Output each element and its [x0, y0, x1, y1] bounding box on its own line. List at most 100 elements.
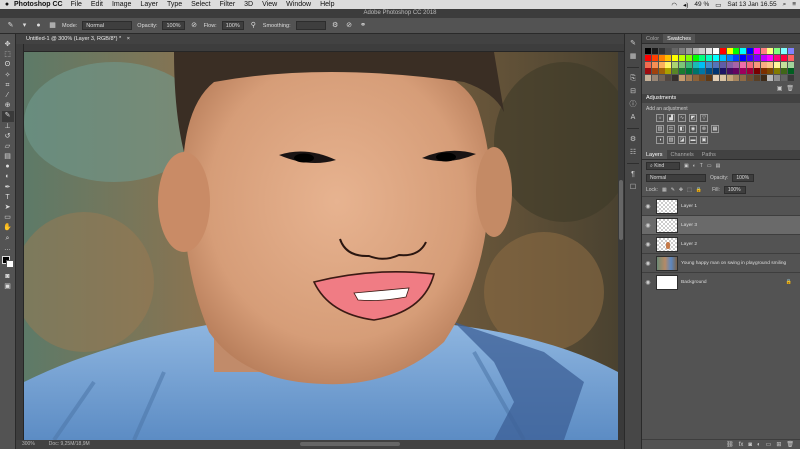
swatch[interactable]: [699, 75, 706, 82]
tab-channels[interactable]: Channels: [667, 150, 698, 159]
swatch[interactable]: [692, 54, 699, 61]
lock-transparency-icon[interactable]: ▦: [662, 187, 667, 193]
swatch[interactable]: [760, 54, 767, 61]
libraries-icon[interactable]: ☷: [627, 147, 639, 158]
swatch[interactable]: [733, 48, 740, 54]
crop-tool-icon[interactable]: ⌗: [2, 81, 14, 91]
swatch[interactable]: [740, 61, 747, 68]
swatch[interactable]: [787, 68, 794, 75]
filter-pixel-icon[interactable]: ▣: [684, 163, 689, 169]
pen-tool-icon[interactable]: ✒: [2, 183, 14, 193]
swatch[interactable]: [774, 61, 781, 68]
vibrance-icon[interactable]: ▽: [700, 114, 708, 123]
menu-type[interactable]: Type: [167, 1, 182, 8]
swatch[interactable]: [658, 68, 665, 75]
menu-edit[interactable]: Edit: [91, 1, 103, 8]
move-tool-icon[interactable]: ✥: [2, 40, 14, 50]
swatch[interactable]: [740, 54, 747, 61]
swatch[interactable]: [746, 68, 753, 75]
swatch[interactable]: [672, 61, 679, 68]
swatch[interactable]: [780, 54, 787, 61]
background-color[interactable]: [5, 259, 14, 268]
swatch[interactable]: [678, 61, 685, 68]
swatch[interactable]: [651, 48, 658, 54]
swatch[interactable]: [706, 54, 713, 61]
lock-all-icon[interactable]: 🔒: [696, 187, 702, 193]
black-white-icon[interactable]: ◧: [678, 125, 686, 134]
mode-select[interactable]: Normal: [82, 21, 133, 30]
swatch[interactable]: [767, 48, 774, 54]
swatch[interactable]: [706, 75, 713, 82]
swatch[interactable]: [706, 61, 713, 68]
opacity-field[interactable]: 100%: [162, 21, 185, 30]
brush-panel-icon[interactable]: ▦: [48, 21, 57, 30]
info-icon[interactable]: ⓘ: [627, 99, 639, 110]
swatch[interactable]: [672, 68, 679, 75]
menu-filter[interactable]: Filter: [220, 1, 236, 8]
channel-mixer-icon[interactable]: ⊛: [700, 125, 708, 134]
tab-color[interactable]: Color: [642, 34, 663, 43]
flow-field[interactable]: 100%: [221, 21, 244, 30]
swatch[interactable]: [658, 54, 665, 61]
paragraph-icon[interactable]: ¶: [627, 169, 639, 180]
swatch[interactable]: [672, 54, 679, 61]
mask-icon[interactable]: ◙: [748, 442, 752, 448]
filter-shape-icon[interactable]: ▭: [707, 163, 712, 169]
eye-icon[interactable]: ◉: [642, 241, 654, 248]
menu-help[interactable]: Help: [320, 1, 334, 8]
swatch[interactable]: [774, 48, 781, 54]
swatch[interactable]: [740, 75, 747, 82]
canvas-scroll-thumb[interactable]: [619, 180, 623, 240]
swatch[interactable]: [672, 48, 679, 54]
brush-tool-icon[interactable]: ✎: [1, 111, 14, 122]
swatch[interactable]: [767, 54, 774, 61]
swatch[interactable]: [678, 75, 685, 82]
adjustments-header[interactable]: Adjustments: [642, 94, 800, 104]
swatch[interactable]: [651, 61, 658, 68]
swatch[interactable]: [726, 54, 733, 61]
swatch[interactable]: [726, 61, 733, 68]
brush-settings-icon[interactable]: ✎: [627, 38, 639, 49]
swatch[interactable]: [780, 75, 787, 82]
history-brush-tool-icon[interactable]: ↺: [2, 132, 14, 142]
link-icon[interactable]: ⛓: [726, 441, 734, 448]
shape-tool-icon[interactable]: ▭: [2, 213, 14, 223]
swatch[interactable]: [678, 48, 685, 54]
healing-tool-icon[interactable]: ⊕: [2, 101, 14, 111]
trash-icon[interactable]: 🗑: [786, 441, 794, 448]
folder-icon[interactable]: ▭: [766, 441, 772, 448]
swatch[interactable]: [740, 68, 747, 75]
color-lookup-icon[interactable]: ▦: [711, 125, 719, 134]
type-tool-icon[interactable]: T: [2, 193, 14, 203]
swatch[interactable]: [760, 61, 767, 68]
trash-icon[interactable]: 🗑: [786, 85, 794, 92]
brush-tool-icon[interactable]: ✎: [6, 21, 15, 30]
swatch[interactable]: [753, 61, 760, 68]
swatch[interactable]: [746, 61, 753, 68]
curves-icon[interactable]: ∿: [678, 114, 686, 123]
new-swatch-icon[interactable]: ▣: [777, 85, 783, 92]
chevron-down-icon[interactable]: ▾: [20, 21, 29, 30]
filter-smart-icon[interactable]: ▤: [716, 163, 721, 169]
swatch[interactable]: [719, 75, 726, 82]
type-panel-icon[interactable]: A: [627, 112, 639, 123]
layer-row[interactable]: ◉ Layer 2: [642, 234, 800, 253]
tab-paths[interactable]: Paths: [698, 150, 720, 159]
pressure-opacity-icon[interactable]: ⊘: [190, 21, 199, 30]
screen-mode-icon[interactable]: ▣: [2, 282, 14, 292]
battery-percent[interactable]: 49 %: [694, 1, 709, 8]
posterize-icon[interactable]: ▨: [667, 136, 675, 145]
swatch[interactable]: [774, 54, 781, 61]
swatch[interactable]: [787, 48, 794, 54]
swatch[interactable]: [760, 75, 767, 82]
swatch[interactable]: [733, 68, 740, 75]
menu-view[interactable]: View: [262, 1, 277, 8]
adjustment-layer-icon[interactable]: ◐: [757, 442, 761, 448]
brightness-icon[interactable]: ☼: [656, 114, 664, 123]
swatch[interactable]: [760, 48, 767, 54]
swatch[interactable]: [665, 48, 672, 54]
tab-swatches[interactable]: Swatches: [663, 34, 696, 43]
pressure-size-icon[interactable]: ⊘: [345, 21, 354, 30]
swatch[interactable]: [645, 48, 651, 54]
swatch[interactable]: [760, 68, 767, 75]
